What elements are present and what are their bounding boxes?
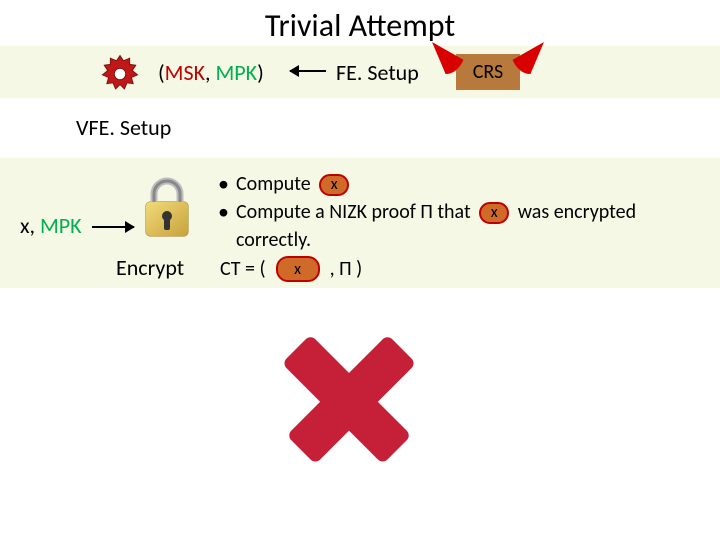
msk-mpk-label: (MSK, MPK) — [158, 59, 264, 86]
mpk-text-2: MPK — [40, 212, 82, 239]
fe-setup-label: FE. Setup — [336, 59, 419, 86]
bullet-1-text-a: Compute — [236, 172, 311, 196]
gear-icon — [98, 52, 142, 101]
bullet-2: Compute a NIZK proof Π that x was encryp… — [218, 198, 636, 254]
cross-icon — [264, 312, 434, 487]
bullet-2-text-c: correctly. — [236, 228, 311, 252]
bullet-list: Compute x Compute a NIZK proof Π that x … — [218, 170, 636, 254]
bullet-1: Compute x — [218, 170, 636, 198]
x-text: x — [20, 212, 30, 239]
slide-title: Trivial Attempt — [0, 0, 720, 45]
encrypt-row: x, MPK Encrypt Compute x Compute a NIZK … — [0, 158, 720, 288]
arrow-right-icon — [92, 226, 134, 228]
bullet-2-text-b: was encrypted — [518, 200, 636, 224]
x-mpk-label: x, MPK — [20, 212, 82, 239]
mpk-text: MPK — [216, 59, 258, 86]
x-badge-1: x — [319, 174, 349, 196]
devil-horn-left-icon — [432, 42, 466, 74]
bullet-2-text-a: Compute a NIZK proof Π that — [236, 200, 471, 224]
ct-label: CT = ( — [220, 257, 266, 281]
x-badge-2: x — [479, 202, 509, 224]
msk-text: MSK — [165, 59, 205, 86]
encrypt-label: Encrypt — [116, 254, 184, 281]
x-badge-ct: x — [276, 256, 320, 282]
setup-row: (MSK, MPK) FE. Setup CRS — [0, 46, 720, 98]
devil-horn-right-icon — [510, 42, 544, 74]
ct-mid: , Π ) — [330, 257, 363, 281]
ct-line: CT = ( x , Π ) — [220, 256, 362, 282]
arrow-left-icon — [290, 70, 326, 72]
lock-icon — [140, 176, 194, 245]
crs-label: CRS — [473, 60, 503, 84]
vfe-setup-label: VFE. Setup — [76, 114, 171, 141]
crs-box: CRS — [456, 54, 520, 90]
